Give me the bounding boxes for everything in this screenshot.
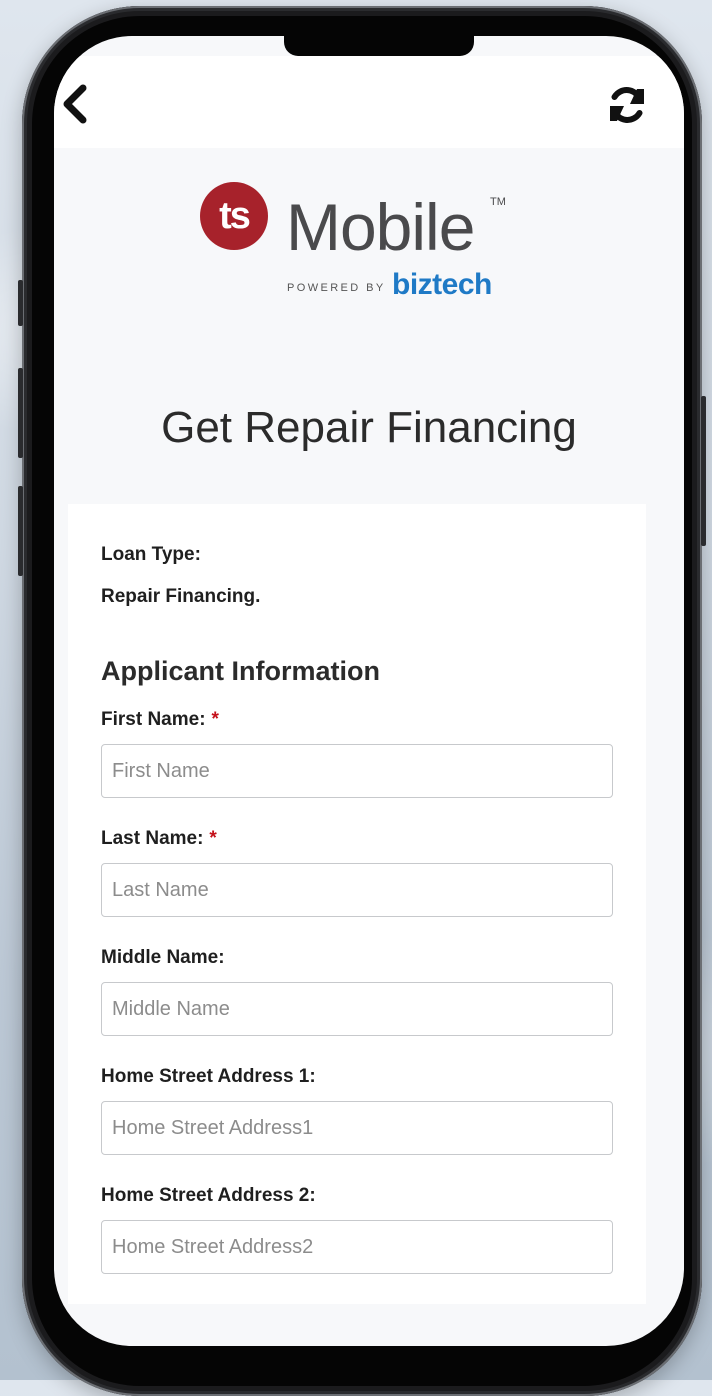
first-name-label-text: First Name: bbox=[101, 709, 206, 730]
last-name-input[interactable] bbox=[101, 863, 613, 917]
ts-badge: ts bbox=[200, 182, 268, 250]
required-marker: * bbox=[211, 709, 219, 730]
address2-input[interactable] bbox=[101, 1220, 613, 1274]
address1-label: Home Street Address 1: bbox=[101, 1066, 316, 1087]
power-button bbox=[701, 396, 706, 546]
chevron-left-icon bbox=[63, 84, 87, 124]
last-name-label: Last Name: * bbox=[101, 828, 217, 850]
address1-input[interactable] bbox=[101, 1101, 613, 1155]
logo-mobile-text: Mobile bbox=[286, 190, 475, 264]
middle-name-input[interactable] bbox=[101, 982, 613, 1036]
last-name-label-text: Last Name: bbox=[101, 828, 204, 849]
required-marker: * bbox=[209, 828, 217, 849]
volume-up-button bbox=[18, 368, 23, 458]
first-name-input[interactable] bbox=[101, 744, 613, 798]
refresh-button[interactable] bbox=[604, 82, 650, 128]
section-title-applicant: Applicant Information bbox=[101, 656, 380, 686]
app-header bbox=[54, 56, 684, 148]
phone-screen: ts Mobile TM POWERED BY biztech Get Repa… bbox=[54, 36, 684, 1346]
first-name-label: First Name: * bbox=[101, 709, 219, 731]
notch bbox=[284, 36, 474, 56]
application-form: Loan Type: Repair Financing. Applicant I… bbox=[68, 504, 646, 1304]
loan-type-label: Loan Type: bbox=[101, 544, 201, 565]
powered-by-text: POWERED BY bbox=[287, 282, 386, 294]
middle-name-label: Middle Name: bbox=[101, 947, 225, 968]
address2-label: Home Street Address 2: bbox=[101, 1185, 316, 1206]
trademark-symbol: TM bbox=[490, 196, 506, 208]
loan-type-value: Repair Financing. bbox=[101, 586, 261, 607]
back-button[interactable] bbox=[56, 82, 92, 126]
silent-switch bbox=[18, 280, 23, 326]
biztech-brand: biztech bbox=[392, 268, 492, 301]
ts-mobile-logo: ts Mobile TM POWERED BY biztech bbox=[200, 182, 510, 312]
page-title: Get Repair Financing bbox=[161, 403, 577, 452]
refresh-icon bbox=[610, 87, 644, 123]
volume-down-button bbox=[18, 486, 23, 576]
